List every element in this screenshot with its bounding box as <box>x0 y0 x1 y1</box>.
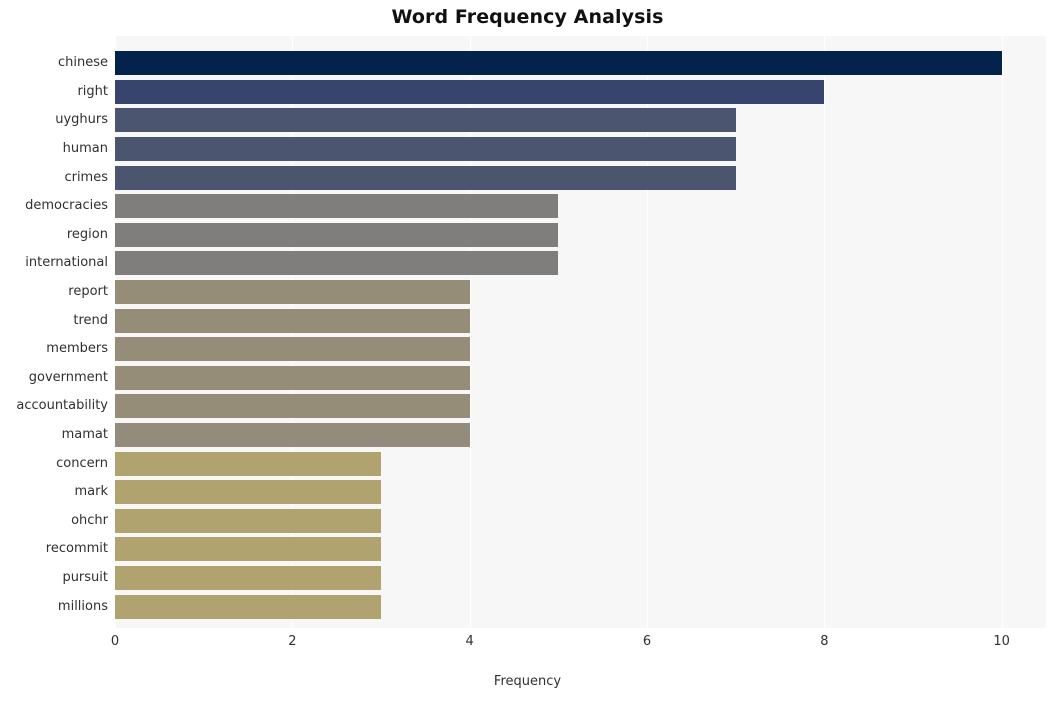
word-frequency-chart: Word Frequency Analysis chinese right uygh… <box>0 0 1055 701</box>
bar[interactable] <box>115 565 381 590</box>
y-axis-tick-label: human <box>62 140 108 156</box>
bar[interactable] <box>115 136 736 161</box>
bar-fill <box>115 394 470 419</box>
bar-fill <box>115 279 470 304</box>
x-axis-tick-label: 2 <box>288 634 297 649</box>
bar-fill <box>115 594 381 619</box>
bar-fill <box>115 480 381 505</box>
y-axis-labels: chinese right uyghurs human crimes democracie… <box>0 36 108 628</box>
bar-fill <box>115 108 736 133</box>
y-axis-tick-label: uyghurs <box>55 112 108 128</box>
y-axis-tick-label: mark <box>74 484 108 500</box>
y-axis-tick-label: crimes <box>64 169 108 185</box>
bar-fill <box>115 79 825 104</box>
bar[interactable] <box>115 279 470 304</box>
y-axis-tick-label: international <box>25 255 108 271</box>
plot-area <box>115 36 1046 628</box>
bar[interactable] <box>115 537 381 562</box>
bar-fill <box>115 51 1002 76</box>
bar[interactable] <box>115 365 470 390</box>
y-axis-tick-label: pursuit <box>62 569 108 585</box>
bar[interactable] <box>115 508 381 533</box>
y-axis-tick-label: chinese <box>57 55 108 71</box>
bar[interactable] <box>115 194 559 219</box>
bar-fill <box>115 537 381 562</box>
y-axis-tick-label: region <box>66 226 108 242</box>
y-axis-tick-label: report <box>68 283 108 299</box>
bar-fill <box>115 136 736 161</box>
bar[interactable] <box>115 251 559 276</box>
bar-fill <box>115 451 381 476</box>
x-axis-tick-label: 6 <box>642 634 652 649</box>
y-axis-tick-label: members <box>46 341 108 357</box>
gridline <box>1001 36 1003 628</box>
bar[interactable] <box>115 108 736 133</box>
bar[interactable] <box>115 422 470 447</box>
x-axis-tick-label: 8 <box>820 634 829 649</box>
bar-fill <box>115 165 736 190</box>
bar[interactable] <box>115 165 736 190</box>
x-axis-tick-label: 0 <box>110 634 120 649</box>
gridline <box>824 36 826 628</box>
bar[interactable] <box>115 480 381 505</box>
y-axis-tick-label: accountability <box>16 398 108 414</box>
bar-fill <box>115 422 470 447</box>
bar[interactable] <box>115 79 825 104</box>
y-axis-tick-label: right <box>77 83 108 99</box>
bar-fill <box>115 508 381 533</box>
bar-fill <box>115 251 559 276</box>
bar[interactable] <box>115 337 470 362</box>
bar[interactable] <box>115 451 381 476</box>
bar[interactable] <box>115 308 470 333</box>
bar-fill <box>115 565 381 590</box>
y-axis-tick-label: ohchr <box>71 512 108 528</box>
chart-title: Word Frequency Analysis <box>391 6 664 28</box>
bar-fill <box>115 308 470 333</box>
bar[interactable] <box>115 394 470 419</box>
x-axis-tick-label: 4 <box>465 634 474 649</box>
bar-fill <box>115 194 559 219</box>
bar-fill <box>115 222 559 247</box>
y-axis-tick-label: concern <box>56 455 108 471</box>
y-axis-tick-label: mamat <box>61 426 108 442</box>
x-axis-title: Frequency <box>493 674 562 689</box>
y-axis-tick-label: democracies <box>25 198 108 214</box>
y-axis-tick-label: trend <box>73 312 108 328</box>
y-axis-tick-label: government <box>28 369 108 385</box>
x-axis-tick-label: 10 <box>993 634 1010 649</box>
y-axis-tick-label: millions <box>57 598 108 614</box>
bar[interactable] <box>115 594 381 619</box>
bar-fill <box>115 365 470 390</box>
bar[interactable] <box>115 222 559 247</box>
bar[interactable] <box>115 51 1002 76</box>
bar-fill <box>115 337 470 362</box>
y-axis-tick-label: recommit <box>45 541 108 557</box>
